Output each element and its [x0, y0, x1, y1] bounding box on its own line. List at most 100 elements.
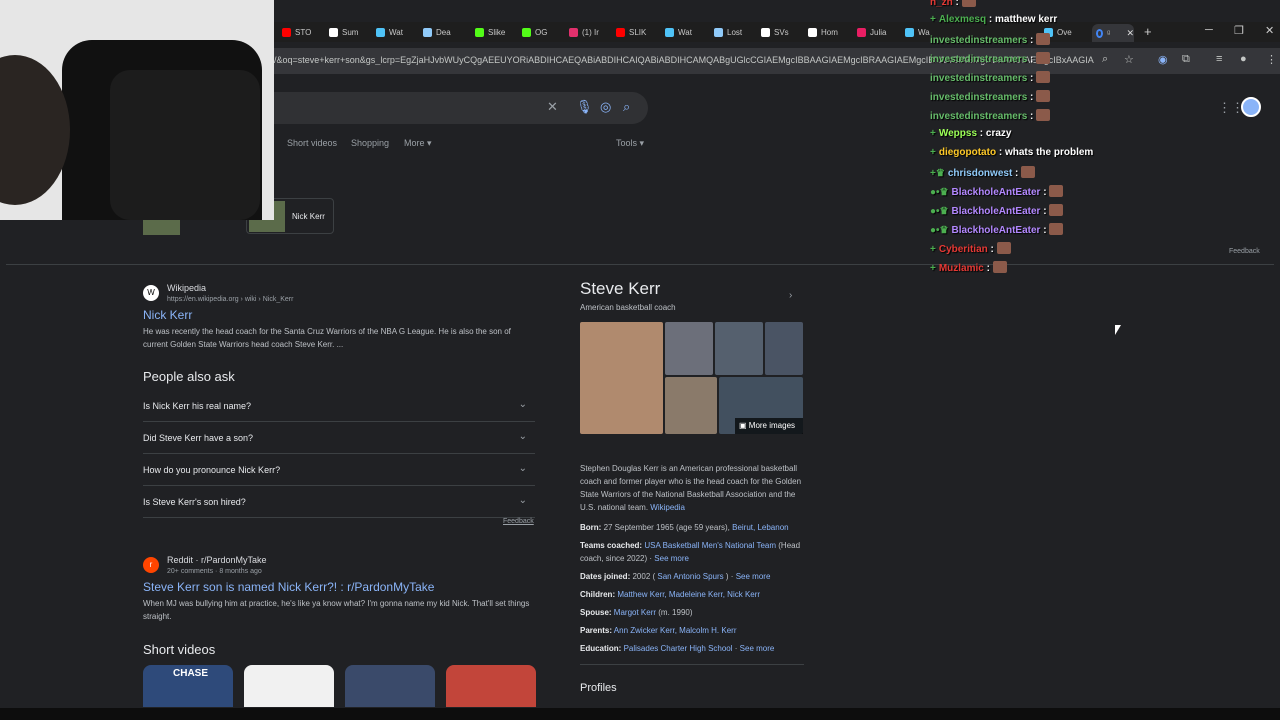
tab-label: Wat: [678, 27, 692, 37]
chat-message: investedinstreamers :: [930, 109, 1051, 122]
browser-tab[interactable]: Sum: [329, 25, 373, 39]
kp-fact-link[interactable]: San Antonio Spurs: [657, 572, 723, 581]
chevron-right-icon[interactable]: ›: [789, 290, 792, 301]
chat-username[interactable]: investedinstreamers: [930, 35, 1027, 46]
bookmark-star-icon[interactable]: ☆: [1124, 53, 1134, 66]
result-site-url[interactable]: https://en.wikipedia.org › wiki › Nick_K…: [167, 296, 293, 303]
chat-message: investedinstreamers :: [930, 90, 1051, 103]
result-title-nick-kerr[interactable]: Nick Kerr: [143, 308, 192, 322]
chat-username[interactable]: diegopotato: [939, 147, 996, 158]
kp-fact-link[interactable]: USA Basketball Men's National Team: [644, 541, 776, 550]
clear-icon[interactable]: ✕: [547, 99, 558, 115]
chat-username[interactable]: Muzlamic: [939, 263, 984, 274]
paa-question[interactable]: Is Nick Kerr his real name? ⌄: [143, 390, 535, 422]
kp-wikipedia-link[interactable]: Wikipedia: [650, 503, 685, 512]
chat-username[interactable]: BlackholeAntEater: [952, 225, 1041, 236]
tools-button[interactable]: Tools ▾: [616, 138, 644, 149]
new-tab-button[interactable]: +: [1144, 24, 1152, 39]
short-video-card[interactable]: [446, 665, 536, 707]
chat-message: ●•♛ BlackholeAntEater :: [930, 204, 1064, 217]
short-video-card[interactable]: CHASE: [143, 665, 233, 707]
browser-tab[interactable]: Wat: [665, 25, 709, 39]
tab-active-google[interactable]: ᵍ ✕: [1092, 24, 1134, 42]
avatar[interactable]: [1241, 97, 1261, 117]
browser-tab[interactable]: Wat: [376, 25, 420, 39]
browser-tab[interactable]: OG: [522, 25, 566, 39]
browser-tab[interactable]: SLIK: [616, 25, 660, 39]
kp-see-more-link[interactable]: See more: [740, 644, 775, 653]
chat-username[interactable]: Alexmesq: [939, 14, 986, 25]
browser-tab[interactable]: STO: [282, 25, 326, 39]
browser-tab[interactable]: Lost: [714, 25, 758, 39]
short-video-card[interactable]: [345, 665, 435, 707]
divider: [6, 264, 1274, 265]
chat-username[interactable]: investedinstreamers: [930, 92, 1027, 103]
chat-username[interactable]: n_zn: [930, 0, 953, 8]
kp-fact-value: 27 September 1965 (age 59 years),: [603, 523, 730, 532]
feedback-link[interactable]: Feedback: [503, 518, 534, 525]
paa-question[interactable]: How do you pronounce Nick Kerr? ⌄: [143, 454, 535, 486]
kp-fact-link[interactable]: Beirut, Lebanon: [732, 523, 789, 532]
chat-username[interactable]: BlackholeAntEater: [952, 187, 1041, 198]
result-site-name: Reddit · r/PardonMyTake: [167, 555, 267, 565]
kp-fact-link[interactable]: Palisades Charter High School: [624, 644, 733, 653]
tab-favicon-icon: [376, 27, 385, 37]
minimize-button[interactable]: ─: [1205, 24, 1213, 36]
chat-badge-icon: ●•♛: [930, 225, 949, 236]
kp-see-more-link[interactable]: See more: [654, 554, 689, 563]
paa-question[interactable]: Did Steve Kerr have a son? ⌄: [143, 422, 535, 454]
result-title-reddit[interactable]: Steve Kerr son is named Nick Kerr?! : r/…: [143, 580, 434, 594]
browser-tab[interactable]: Julia: [857, 25, 901, 39]
chat-username[interactable]: investedinstreamers: [930, 54, 1027, 65]
browser-tab[interactable]: (1) Ir: [569, 25, 613, 39]
more-images-button[interactable]: ▣ More images: [735, 418, 803, 434]
close-window-button[interactable]: ✕: [1265, 24, 1274, 37]
chat-message: + Weppss : crazy: [930, 128, 1012, 139]
browser-tab[interactable]: Ove: [1044, 25, 1088, 39]
restore-button[interactable]: ❐: [1234, 24, 1244, 37]
media-queue-icon[interactable]: ≡: [1216, 53, 1222, 65]
chat-badge-icon: ●•♛: [930, 187, 949, 198]
chat-emote-icon: [996, 242, 1011, 254]
paa-question[interactable]: Is Steve Kerr's son hired? ⌄: [143, 486, 535, 518]
short-video-card[interactable]: [244, 665, 334, 707]
chat-username[interactable]: Cyberitian: [939, 244, 988, 255]
feedback-link-top[interactable]: Feedback: [1229, 248, 1260, 255]
extensions-icon[interactable]: ⧉: [1182, 53, 1190, 66]
chat-username[interactable]: BlackholeAntEater: [952, 206, 1041, 217]
tab-label: Sum: [342, 27, 359, 37]
profile-icon[interactable]: ●: [1240, 53, 1247, 65]
chat-username[interactable]: chrisdonwest: [948, 168, 1012, 179]
tab-shopping[interactable]: Shopping: [351, 138, 389, 148]
kp-fact-link[interactable]: Matthew Kerr, Madeleine Kerr, Nick Kerr: [617, 590, 760, 599]
tab-favicon-icon: [616, 27, 625, 37]
audio-icon[interactable]: ◉: [1158, 53, 1168, 66]
lens-camera-icon[interactable]: ◎: [600, 99, 611, 115]
browser-tab[interactable]: Hom: [808, 25, 852, 39]
close-tab-icon[interactable]: ✕: [1126, 28, 1134, 39]
kp-image[interactable]: [665, 322, 713, 375]
menu-icon[interactable]: ⋮: [1266, 53, 1277, 66]
kp-fact-label: Parents:: [580, 626, 613, 635]
kp-main-image[interactable]: [580, 322, 663, 434]
chat-username[interactable]: Weppss: [939, 128, 977, 139]
chat-username[interactable]: investedinstreamers: [930, 111, 1027, 122]
search-icon[interactable]: ⌕: [623, 99, 630, 115]
browser-tab[interactable]: Slike: [475, 25, 519, 39]
kp-image[interactable]: [665, 377, 717, 434]
tab-more[interactable]: More ▾: [404, 138, 432, 149]
kp-image[interactable]: [765, 322, 803, 375]
kp-fact-link[interactable]: Ann Zwicker Kerr, Malcolm H. Kerr: [614, 626, 737, 635]
browser-tab[interactable]: SVs: [761, 25, 805, 39]
browser-tab[interactable]: Dea: [423, 25, 467, 39]
chevron-down-icon: ⌄: [518, 399, 527, 410]
search-lens-icon[interactable]: ⌕: [1102, 53, 1108, 66]
tab-short-videos[interactable]: Short videos: [287, 138, 337, 148]
kp-image[interactable]: [715, 322, 763, 375]
kp-see-more-link[interactable]: See more: [736, 572, 771, 581]
kp-fact-link[interactable]: Margot Kerr: [614, 608, 656, 617]
chat-username[interactable]: investedinstreamers: [930, 73, 1027, 84]
microphone-icon[interactable]: 🎙: [576, 99, 593, 115]
mouse-cursor: [1115, 325, 1121, 335]
chat-emote-icon: [1021, 166, 1036, 178]
